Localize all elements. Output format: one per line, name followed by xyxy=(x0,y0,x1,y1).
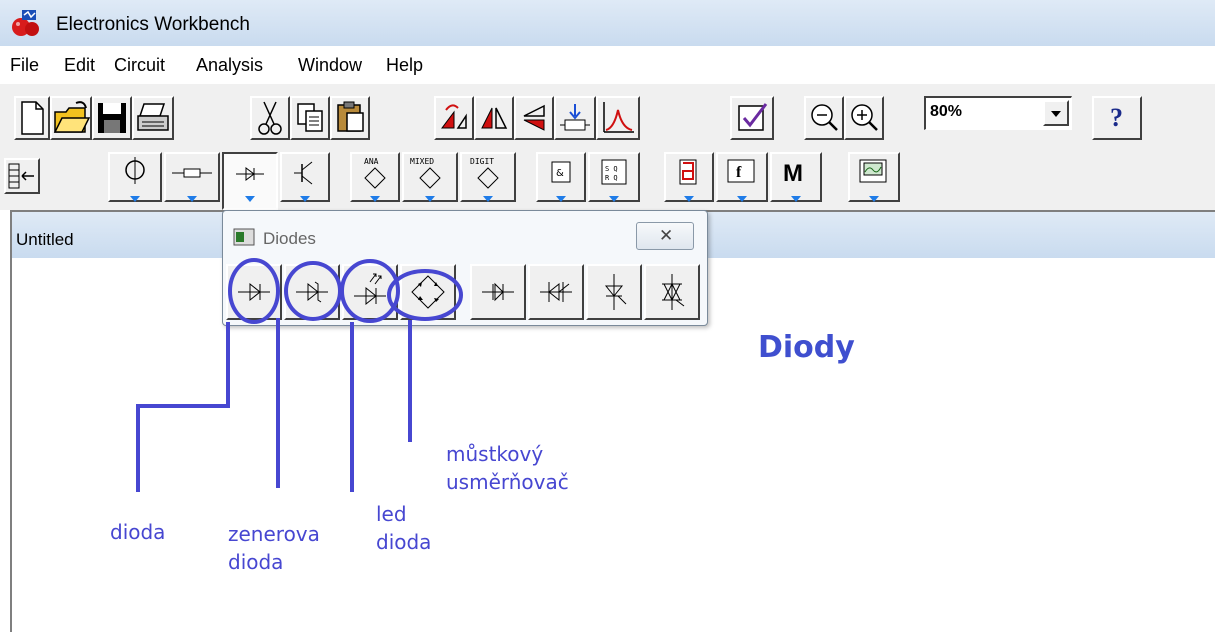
dioda-leader xyxy=(136,322,230,492)
label-dioda-text: dioda xyxy=(110,520,166,544)
label-zener-line2: dioda xyxy=(228,550,284,574)
dioda-circle xyxy=(228,258,280,324)
label-bridge: můstkový usměrňovač xyxy=(446,440,569,496)
heading-diody: Diody xyxy=(758,330,855,365)
label-led-line1: led xyxy=(376,502,407,526)
zener-circle xyxy=(284,261,342,321)
annotation-drawing xyxy=(136,258,463,492)
label-zener-line1: zenerova xyxy=(228,522,320,546)
bridge-circle xyxy=(387,269,463,321)
label-bridge-line2: usměrňovač xyxy=(446,470,569,494)
label-zener: zenerova dioda xyxy=(228,520,320,576)
label-dioda: dioda xyxy=(110,518,165,546)
label-led: led dioda xyxy=(376,500,431,556)
label-led-line2: dioda xyxy=(376,530,432,554)
label-bridge-line1: můstkový xyxy=(446,442,544,466)
